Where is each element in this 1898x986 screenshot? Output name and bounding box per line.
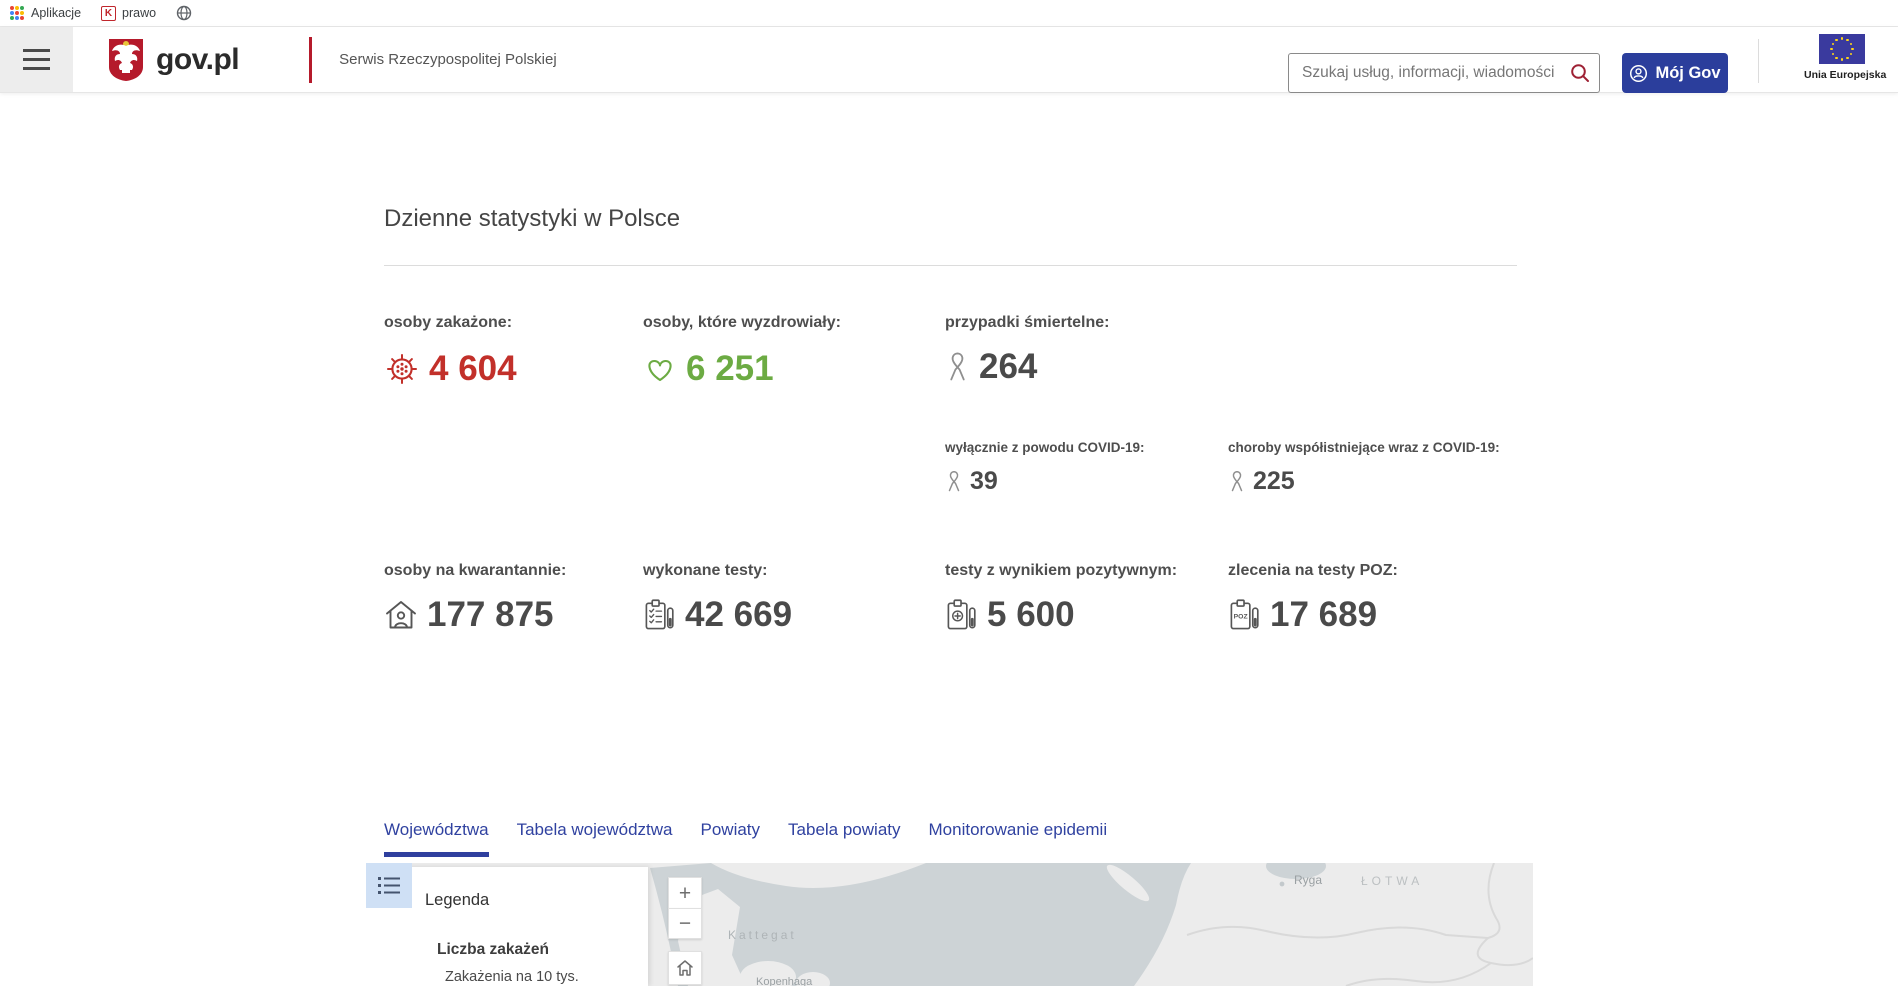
legend-toggle-button[interactable] [366,863,412,908]
globe-icon [176,5,192,21]
site-header: gov.pl Serwis Rzeczypospolitej Polskiej … [0,27,1898,93]
stat-value: 39 [970,467,998,496]
legend-list-icon [378,876,400,895]
stat-label: choroby współistniejące wraz z COVID-19: [1228,440,1500,455]
map-widget[interactable]: Ryga ŁOTWA Kattegat Kopenhaga Legenda Li… [366,863,1533,986]
stat-quarantine: osoby na kwarantannie: 177 875 [384,562,566,635]
heart-icon [643,352,677,386]
stat-deaths-covid-only: wyłącznie z powodu COVID-19: 39 [945,440,1145,496]
stat-deaths: przypadki śmiertelne: 264 [945,314,1110,387]
moj-gov-button[interactable]: Mój Gov [1622,53,1728,93]
poland-crest-icon [107,37,145,82]
stat-label: wyłącznie z powodu COVID-19: [945,440,1145,455]
legend-item: Zakażenia na 10 tys. [445,969,579,985]
menu-button[interactable] [0,27,73,92]
bookmark-prawo[interactable]: K prawo [101,6,156,21]
clipboard-positive-icon [945,598,978,632]
map-zoom-out-button[interactable]: − [668,908,702,939]
header-divider [1758,39,1759,83]
ribbon-icon [945,349,970,385]
user-circle-icon [1629,64,1648,83]
stat-label: osoby na kwarantannie: [384,562,566,580]
stat-poz-orders: zlecenia na testy POZ: POZ 17 689 [1228,562,1398,635]
stat-tests-positive: testy z wynikiem pozytywnym: 5 600 [945,562,1177,635]
map-label-copenhagen: Kopenhaga [756,976,813,986]
search-button[interactable] [1561,54,1599,92]
bookmark-apps[interactable]: Aplikacje [10,6,81,21]
bookmark-label: Aplikacje [31,6,81,20]
moj-gov-label: Mój Gov [1655,64,1720,83]
apps-grid-icon [10,6,25,21]
tab-monitorowanie-epidemii[interactable]: Monitorowanie epidemii [929,820,1108,857]
stat-label: wykonane testy: [643,562,792,580]
stat-value: 264 [979,347,1037,387]
tab-tabela-wojewodztwa[interactable]: Tabela województwa [517,820,673,857]
page-title: Dzienne statystyki w Polsce [384,205,680,233]
stat-infected: osoby zakażone: 4 604 [384,314,517,389]
ribbon-icon [945,468,963,495]
red-divider [309,37,312,83]
stat-label: zlecenia na testy POZ: [1228,562,1398,580]
stat-value: 4 604 [429,349,517,389]
search-icon [1569,62,1591,84]
site-tagline: Serwis Rzeczypospolitej Polskiej [339,51,557,68]
stat-value: 6 251 [686,349,774,389]
stat-tests: wykonane testy: 42 669 [643,562,792,635]
map-home-button[interactable] [668,951,702,985]
stat-value: 17 689 [1270,595,1377,635]
stat-value: 225 [1253,467,1295,496]
legend-group-title: Liczba zakażeń [437,941,549,959]
map-zoom-in-button[interactable]: + [668,877,702,908]
k-favicon: K [101,6,116,21]
map-label-kattegat: Kattegat [728,928,797,942]
browser-bookmarks-bar: Aplikacje K prawo [0,0,1898,27]
stat-label: testy z wynikiem pozytywnym: [945,562,1177,580]
legend-title: Legenda [425,891,489,910]
stat-recovered: osoby, które wyzdrowiały: 6 251 [643,314,841,389]
govpl-logo[interactable]: gov.pl [107,37,239,82]
bookmark-label: prawo [122,6,156,20]
stat-label: osoby, które wyzdrowiały: [643,314,841,332]
poz-icon-text: POZ [1234,613,1248,620]
clipboard-tests-icon [643,598,676,632]
stat-label: przypadki śmiertelne: [945,314,1110,332]
map-tabs: Województwa Tabela województwa Powiaty T… [384,820,1107,857]
stat-label: osoby zakażone: [384,314,517,332]
tab-tabela-powiaty[interactable]: Tabela powiaty [788,820,900,857]
stat-value: 42 669 [685,595,792,635]
map-label-riga: Ryga [1294,873,1322,887]
eu-flag-icon [1819,34,1865,64]
home-icon [676,959,694,977]
stat-value: 5 600 [987,595,1075,635]
tab-powiaty[interactable]: Powiaty [701,820,761,857]
tab-wojewodztwa[interactable]: Województwa [384,820,489,857]
search-input[interactable] [1289,64,1561,82]
search-box [1288,53,1600,93]
stat-deaths-comorbid: choroby współistniejące wraz z COVID-19:… [1228,440,1500,496]
virus-icon [384,351,420,387]
page: Aplikacje K prawo gov.pl [0,0,1898,986]
title-divider [384,265,1517,266]
bookmark-globe[interactable] [176,5,192,21]
clipboard-poz-icon: POZ [1228,598,1261,632]
map-label-latvia: ŁOTWA [1361,874,1423,888]
eu-link[interactable]: Unia Europejska [1804,34,1880,81]
ribbon-icon [1228,468,1246,495]
logo-text: gov.pl [156,43,239,77]
stat-value: 177 875 [427,595,554,635]
eu-label: Unia Europejska [1804,69,1880,81]
quarantine-house-icon [384,599,418,631]
